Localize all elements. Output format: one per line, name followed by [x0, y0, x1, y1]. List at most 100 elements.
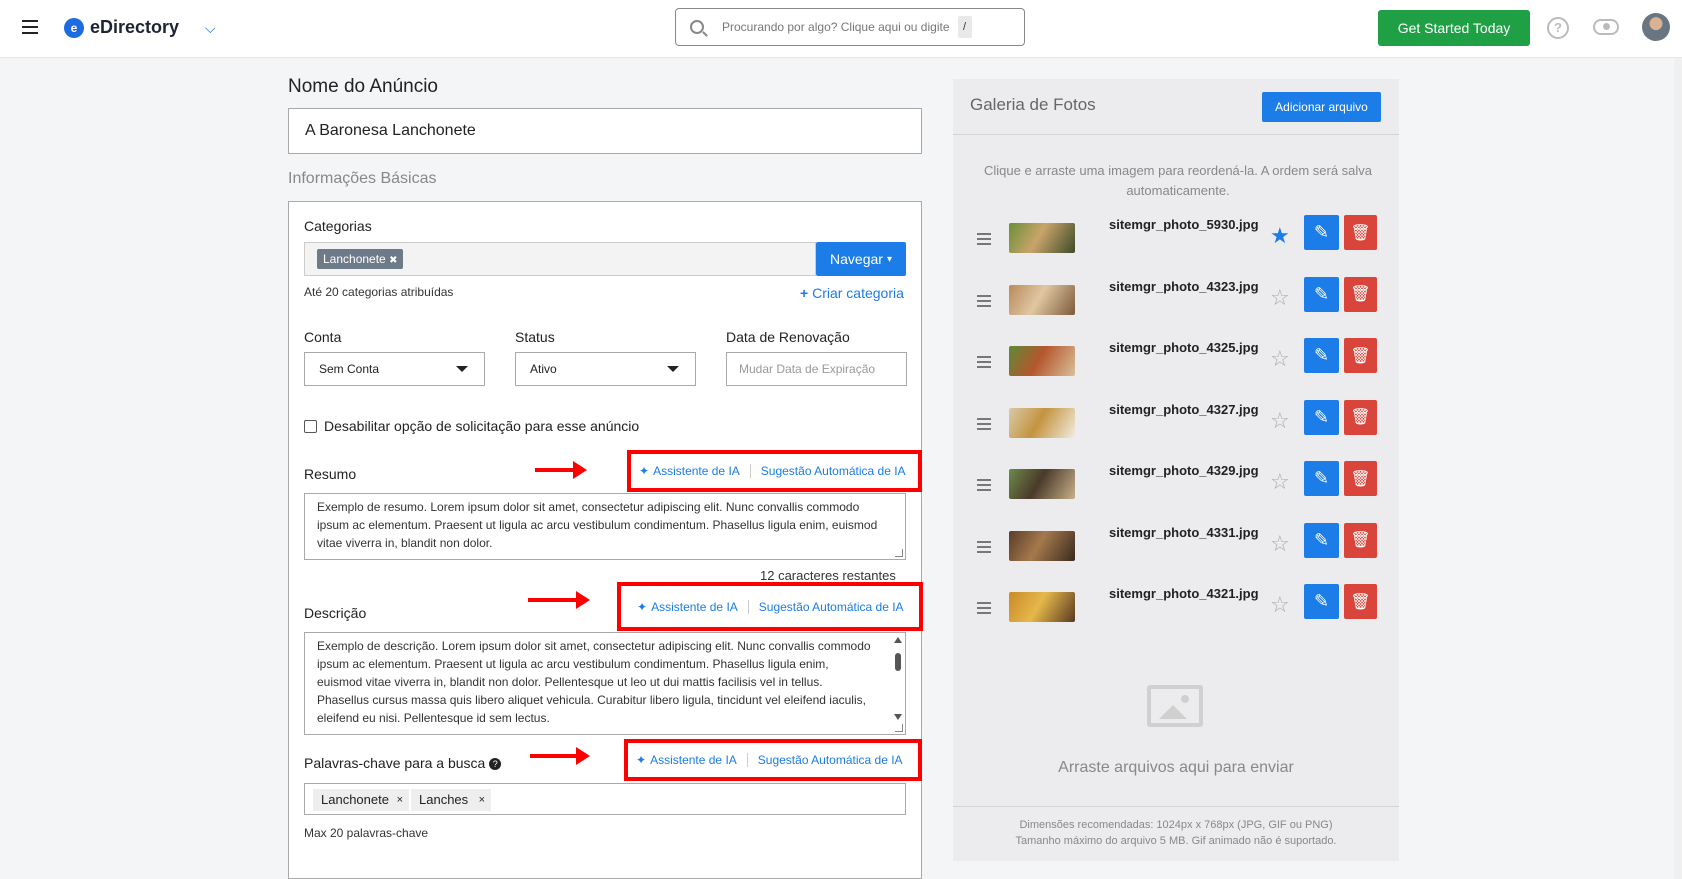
remove-keyword-icon[interactable]: × [479, 789, 485, 811]
category-tag[interactable]: Lanchonete ✖ [317, 249, 404, 269]
photo-row[interactable]: sitemgr_photo_4325.jpg ☆ ✎ 🗑 [953, 338, 1399, 384]
category-tag-label: Lanchonete [323, 252, 386, 266]
trash-icon: 🗑 [1350, 347, 1371, 365]
description-textarea[interactable]: Exemplo de descrição. Lorem ipsum dolor … [304, 632, 906, 735]
delete-photo-button[interactable]: 🗑 [1344, 276, 1377, 312]
edit-photo-button[interactable]: ✎ [1304, 276, 1339, 312]
ai-tools-bar-description: ✦ Assistente de IA Sugestão Automática d… [617, 582, 923, 631]
help-icon[interactable]: ? [1547, 17, 1569, 39]
delete-photo-button[interactable]: 🗑 [1344, 399, 1377, 435]
ai-suggestion-link[interactable]: Sugestão Automática de IA [761, 464, 906, 478]
ai-suggestion-link[interactable]: Sugestão Automática de IA [759, 600, 904, 614]
edit-photo-button[interactable]: ✎ [1304, 399, 1339, 435]
status-select[interactable]: Ativo [515, 352, 696, 386]
basic-info-title: Informações Básicas [288, 170, 437, 187]
account-select[interactable]: Sem Conta [304, 352, 485, 386]
drag-handle-icon[interactable] [977, 294, 991, 310]
scroll-up-icon[interactable] [894, 637, 902, 643]
gallery-footer: Dimensões recomendadas: 1024px x 768px (… [953, 806, 1399, 861]
summary-label: Resumo [304, 466, 357, 482]
disable-request-checkbox[interactable] [304, 420, 317, 433]
keyword-tag[interactable]: Lanches × [411, 789, 491, 811]
remove-keyword-icon[interactable]: × [397, 789, 403, 811]
drag-handle-icon[interactable] [977, 233, 991, 248]
eye-icon[interactable] [1593, 19, 1619, 35]
renewal-date-input[interactable]: Mudar Data de Expiração [726, 352, 907, 386]
avatar[interactable] [1642, 13, 1670, 41]
trash-icon: 🗑 [1350, 409, 1371, 426]
photo-thumbnail [1009, 530, 1075, 561]
photo-row[interactable]: sitemgr_photo_4331.jpg ☆ ✎ 🗑 [953, 522, 1399, 569]
photo-row[interactable]: sitemgr_photo_4321.jpg ☆ ✎ 🗑 [953, 584, 1399, 630]
drag-handle-icon[interactable] [977, 417, 991, 433]
chevron-down-icon[interactable]: ⌵ [205, 20, 216, 37]
keywords-label-text: Palavras-chave para a busca [304, 755, 486, 771]
description-label: Descrição [304, 605, 367, 621]
create-category-link[interactable]: + Criar categoria [800, 285, 904, 301]
featured-star-icon[interactable]: ☆ [1270, 286, 1290, 309]
logo[interactable]: e eDirectory [64, 17, 179, 38]
page-scrollbar[interactable] [1674, 58, 1682, 879]
add-file-button[interactable]: Adicionar arquivo [1262, 92, 1381, 122]
delete-photo-button[interactable]: 🗑 [1344, 522, 1377, 558]
drag-handle-icon[interactable] [977, 602, 991, 617]
featured-star-icon[interactable]: ☆ [1270, 471, 1290, 493]
search-bar[interactable]: Procurando por algo? Clique aqui ou digi… [675, 8, 1025, 46]
drop-zone-text[interactable]: Arraste arquivos aqui para enviar [953, 759, 1399, 777]
keyword-tag[interactable]: Lanchonete × [313, 789, 409, 811]
edit-photo-button[interactable]: ✎ [1304, 461, 1339, 496]
delete-photo-button[interactable]: 🗑 [1344, 338, 1377, 373]
categories-label: Categorias [304, 218, 372, 234]
photo-row[interactable]: sitemgr_photo_4327.jpg ☆ ✎ 🗑 [953, 399, 1399, 446]
categories-field[interactable]: Lanchonete ✖ [304, 242, 816, 276]
photo-thumbnail [1009, 346, 1075, 376]
edit-photo-button[interactable]: ✎ [1304, 522, 1339, 558]
drag-handle-icon[interactable] [977, 540, 991, 556]
keyword-tag-label: Lanchonete [321, 792, 389, 807]
listing-name-input[interactable]: A Baronesa Lanchonete [288, 108, 922, 154]
featured-star-icon[interactable]: ★ [1270, 225, 1290, 247]
pencil-icon: ✎ [1313, 591, 1330, 611]
question-circle-icon[interactable]: ? [489, 758, 502, 771]
scroll-thumb[interactable] [895, 653, 901, 671]
image-upload-icon [1147, 685, 1203, 727]
gallery-hint: Clique e arraste uma imagem para reorden… [983, 163, 1373, 198]
scroll-down-icon[interactable] [894, 714, 902, 720]
ai-suggestion-link[interactable]: Sugestão Automática de IA [758, 753, 903, 767]
textarea-scrollbar[interactable] [893, 637, 903, 720]
drag-handle-icon[interactable] [977, 479, 991, 494]
browse-categories-button[interactable]: Navegar ▾ [816, 242, 906, 276]
delete-photo-button[interactable]: 🗑 [1344, 584, 1377, 619]
delete-photo-button[interactable]: 🗑 [1344, 461, 1377, 496]
featured-star-icon[interactable]: ☆ [1270, 409, 1290, 432]
resize-handle[interactable] [895, 549, 903, 557]
ai-assistant-link[interactable]: Assistente de IA [651, 600, 738, 614]
pencil-icon: ✎ [1313, 345, 1330, 365]
resize-handle[interactable] [895, 724, 903, 732]
featured-star-icon[interactable]: ☆ [1270, 594, 1290, 616]
summary-textarea[interactable]: Exemplo de resumo. Lorem ipsum dolor sit… [304, 493, 906, 560]
remove-tag-icon[interactable]: ✖ [389, 255, 397, 266]
status-value: Ativo [530, 362, 557, 376]
featured-star-icon[interactable]: ☆ [1270, 532, 1290, 555]
gallery-title: Galeria de Fotos [970, 95, 1096, 114]
plus-icon: + [800, 285, 809, 301]
photo-row[interactable]: sitemgr_photo_5930.jpg ★ ✎ 🗑 [953, 215, 1399, 261]
menu-icon[interactable] [22, 20, 38, 34]
featured-star-icon[interactable]: ☆ [1270, 348, 1290, 370]
ai-assistant-link[interactable]: Assistente de IA [650, 753, 737, 767]
description-text: Exemplo de descrição. Lorem ipsum dolor … [317, 639, 871, 725]
photo-row[interactable]: sitemgr_photo_4323.jpg ☆ ✎ 🗑 [953, 276, 1399, 323]
keywords-field[interactable]: Lanchonete × Lanches × [304, 783, 906, 815]
pencil-icon: ✎ [1313, 222, 1330, 242]
drag-handle-icon[interactable] [977, 356, 991, 371]
ai-assistant-link[interactable]: Assistente de IA [653, 464, 740, 478]
delete-photo-button[interactable]: 🗑 [1344, 215, 1377, 250]
photo-row[interactable]: sitemgr_photo_4329.jpg ☆ ✎ 🗑 [953, 461, 1399, 507]
edit-photo-button[interactable]: ✎ [1304, 338, 1339, 373]
get-started-button[interactable]: Get Started Today [1378, 10, 1530, 46]
browse-button-label: Navegar [830, 251, 883, 267]
sparkle-icon: ✦ [636, 753, 647, 767]
edit-photo-button[interactable]: ✎ [1304, 584, 1339, 619]
edit-photo-button[interactable]: ✎ [1304, 215, 1339, 250]
